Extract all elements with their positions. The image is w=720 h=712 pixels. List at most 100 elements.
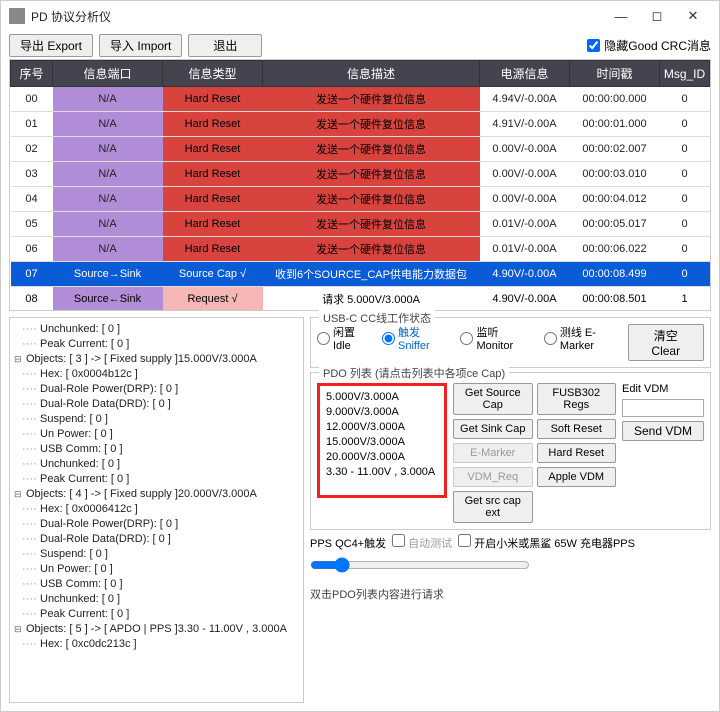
table-row[interactable]: 02N/AHard Reset发送一个硬件复位信息0.00V/-0.00A00:… <box>11 137 710 162</box>
tree-node[interactable]: USB Comm: [ 0 ] <box>16 442 297 457</box>
radio-idle[interactable]: 闲置 Idle <box>317 324 374 352</box>
tree-node[interactable]: Dual-Role Data(DRD): [ 0 ] <box>16 532 297 547</box>
tree-object-4[interactable]: Objects: [ 4 ] -> [ Fixed supply ]20.000… <box>16 487 297 502</box>
exit-button[interactable]: 退出 <box>188 34 262 57</box>
tree-node[interactable]: Suspend: [ 0 ] <box>16 547 297 562</box>
tree-node[interactable]: Dual-Role Power(DRP): [ 0 ] <box>16 517 297 532</box>
table-row[interactable]: 05N/AHard Reset发送一个硬件复位信息0.01V/-0.00A00:… <box>11 212 710 237</box>
tree-node[interactable]: Peak Current: [ 0 ] <box>16 337 297 352</box>
tree-node[interactable]: Unchunked: [ 0 ] <box>16 322 297 337</box>
export-button[interactable]: 导出 Export <box>9 34 93 57</box>
tree-object-5[interactable]: Objects: [ 5 ] -> [ APDO | PPS ]3.30 - 1… <box>16 622 297 637</box>
tree-node[interactable]: USB Comm: [ 0 ] <box>16 577 297 592</box>
cell-seq: 03 <box>11 162 53 187</box>
tree-node[interactable]: Peak Current: [ 0 ] <box>16 607 297 622</box>
table-row[interactable]: 03N/AHard Reset发送一个硬件复位信息0.00V/-0.00A00:… <box>11 162 710 187</box>
tree-node[interactable]: Un Power: [ 0 ] <box>16 562 297 577</box>
pdo-list[interactable]: 5.000V/3.000A 9.000V/3.000A 12.000V/3.00… <box>317 383 447 498</box>
cell-id: 0 <box>660 187 710 212</box>
window-title: PD 协议分析仪 <box>31 8 603 25</box>
vdm-input[interactable] <box>622 399 704 417</box>
clear-button[interactable]: 清空 Clear <box>628 324 704 361</box>
double-click-hint: 双击PDO列表内容进行请求 <box>310 582 711 606</box>
pps-row: PPS QC4+触发 自动测试 开启小米或黑鲨 65W 充电器PPS <box>310 534 711 551</box>
cell-ts: 00:00:02.007 <box>570 137 660 162</box>
maximize-button[interactable]: ◻ <box>639 2 675 30</box>
pdo-item[interactable]: 9.000V/3.000A <box>326 405 438 420</box>
hide-crc-checkbox[interactable]: 隐藏Good CRC消息 <box>587 37 711 54</box>
auto-test-checkbox[interactable]: 自动测试 <box>392 534 452 551</box>
table-header-row: 序号 信息端口 信息类型 信息描述 电源信息 时间戳 Msg_ID <box>11 61 710 87</box>
tree-node[interactable]: Hex: [ 0x0006412c ] <box>16 502 297 517</box>
xiaomi-pps-checkbox[interactable]: 开启小米或黑鲨 65W 充电器PPS <box>458 534 635 551</box>
get-sink-cap-button[interactable]: Get Sink Cap <box>453 419 533 439</box>
tree-object-3[interactable]: Objects: [ 3 ] -> [ Fixed supply ]15.000… <box>16 352 297 367</box>
message-table: 序号 信息端口 信息类型 信息描述 电源信息 时间戳 Msg_ID 00N/AH… <box>9 59 711 311</box>
send-vdm-button[interactable]: Send VDM <box>622 421 704 441</box>
tree-node[interactable]: Unchunked: [ 0 ] <box>16 592 297 607</box>
cell-type: Hard Reset <box>163 212 263 237</box>
table-row[interactable]: 01N/AHard Reset发送一个硬件复位信息4.91V/-0.00A00:… <box>11 112 710 137</box>
cell-ts: 00:00:00.000 <box>570 87 660 112</box>
radio-emarker[interactable]: 测线 E-Marker <box>544 324 628 352</box>
table-row[interactable]: 04N/AHard Reset发送一个硬件复位信息0.00V/-0.00A00:… <box>11 187 710 212</box>
fusb302-regs-button[interactable]: FUSB302 Regs <box>537 383 617 415</box>
pdo-item[interactable]: 5.000V/3.000A <box>326 390 438 405</box>
tree-node[interactable]: Peak Current: [ 0 ] <box>16 472 297 487</box>
close-button[interactable]: ✕ <box>675 2 711 30</box>
cell-seq: 04 <box>11 187 53 212</box>
hard-reset-button[interactable]: Hard Reset <box>537 443 617 463</box>
table-row[interactable]: 07Source→SinkSource Cap √收到6个SOURCE_CAP供… <box>11 262 710 287</box>
cell-ts: 00:00:05.017 <box>570 212 660 237</box>
table-row[interactable]: 00N/AHard Reset发送一个硬件复位信息4.94V/-0.00A00:… <box>11 87 710 112</box>
table-row[interactable]: 08Source←SinkRequest √请求 5.000V/3.000A4.… <box>11 287 710 312</box>
cell-desc: 发送一个硬件复位信息 <box>263 187 480 212</box>
cell-desc: 收到6个SOURCE_CAP供电能力数据包 <box>263 262 480 287</box>
vdm-req-button[interactable]: VDM_Req <box>453 467 533 487</box>
detail-tree[interactable]: Unchunked: [ 0 ] Peak Current: [ 0 ] Obj… <box>9 317 304 703</box>
tree-node[interactable]: Hex: [ 0xc0dc213c ] <box>16 637 297 652</box>
cell-power: 0.00V/-0.00A <box>480 162 570 187</box>
cell-desc: 请求 5.000V/3.000A <box>263 287 480 312</box>
cc-group-title: USB-C CC线工作状态 <box>319 310 435 326</box>
col-type: 信息类型 <box>163 61 263 87</box>
cell-type: Source Cap √ <box>163 262 263 287</box>
tree-node[interactable]: Hex: [ 0x0004b12c ] <box>16 367 297 382</box>
pdo-item[interactable]: 3.30 - 11.00V , 3.000A <box>326 465 438 480</box>
radio-sniffer[interactable]: 触发 Sniffer <box>382 324 452 352</box>
table-row[interactable]: 06N/AHard Reset发送一个硬件复位信息0.01V/-0.00A00:… <box>11 237 710 262</box>
get-src-cap-ext-button[interactable]: Get src cap ext <box>453 491 533 523</box>
radio-monitor[interactable]: 监听 Monitor <box>460 324 535 352</box>
cell-seq: 05 <box>11 212 53 237</box>
tree-node[interactable]: Suspend: [ 0 ] <box>16 412 297 427</box>
cell-desc: 发送一个硬件复位信息 <box>263 237 480 262</box>
cell-id: 0 <box>660 112 710 137</box>
cell-power: 0.00V/-0.00A <box>480 137 570 162</box>
cc-status-group: USB-C CC线工作状态 闲置 Idle 触发 Sniffer 监听 Moni… <box>310 317 711 368</box>
get-source-cap-button[interactable]: Get Source Cap <box>453 383 533 415</box>
pdo-item[interactable]: 15.000V/3.000A <box>326 435 438 450</box>
cell-port: N/A <box>53 162 163 187</box>
cell-id: 1 <box>660 287 710 312</box>
soft-reset-button[interactable]: Soft Reset <box>537 419 617 439</box>
tree-node[interactable]: Unchunked: [ 0 ] <box>16 457 297 472</box>
pdo-item[interactable]: 20.000V/3.000A <box>326 450 438 465</box>
emarker-button[interactable]: E-Marker <box>453 443 533 463</box>
cell-desc: 发送一个硬件复位信息 <box>263 87 480 112</box>
hide-crc-input[interactable] <box>587 39 600 52</box>
tree-node[interactable]: Un Power: [ 0 ] <box>16 427 297 442</box>
minimize-button[interactable]: — <box>603 2 639 30</box>
pps-slider[interactable] <box>310 557 530 573</box>
cell-port: Source←Sink <box>53 287 163 312</box>
cell-port: N/A <box>53 187 163 212</box>
apple-vdm-button[interactable]: Apple VDM <box>537 467 617 487</box>
col-msgid: Msg_ID <box>660 61 710 87</box>
cell-desc: 发送一个硬件复位信息 <box>263 162 480 187</box>
col-power: 电源信息 <box>480 61 570 87</box>
pdo-item[interactable]: 12.000V/3.000A <box>326 420 438 435</box>
cell-id: 0 <box>660 237 710 262</box>
import-button[interactable]: 导入 Import <box>99 34 182 57</box>
tree-node[interactable]: Dual-Role Data(DRD): [ 0 ] <box>16 397 297 412</box>
tree-node[interactable]: Dual-Role Power(DRP): [ 0 ] <box>16 382 297 397</box>
cell-port: N/A <box>53 112 163 137</box>
